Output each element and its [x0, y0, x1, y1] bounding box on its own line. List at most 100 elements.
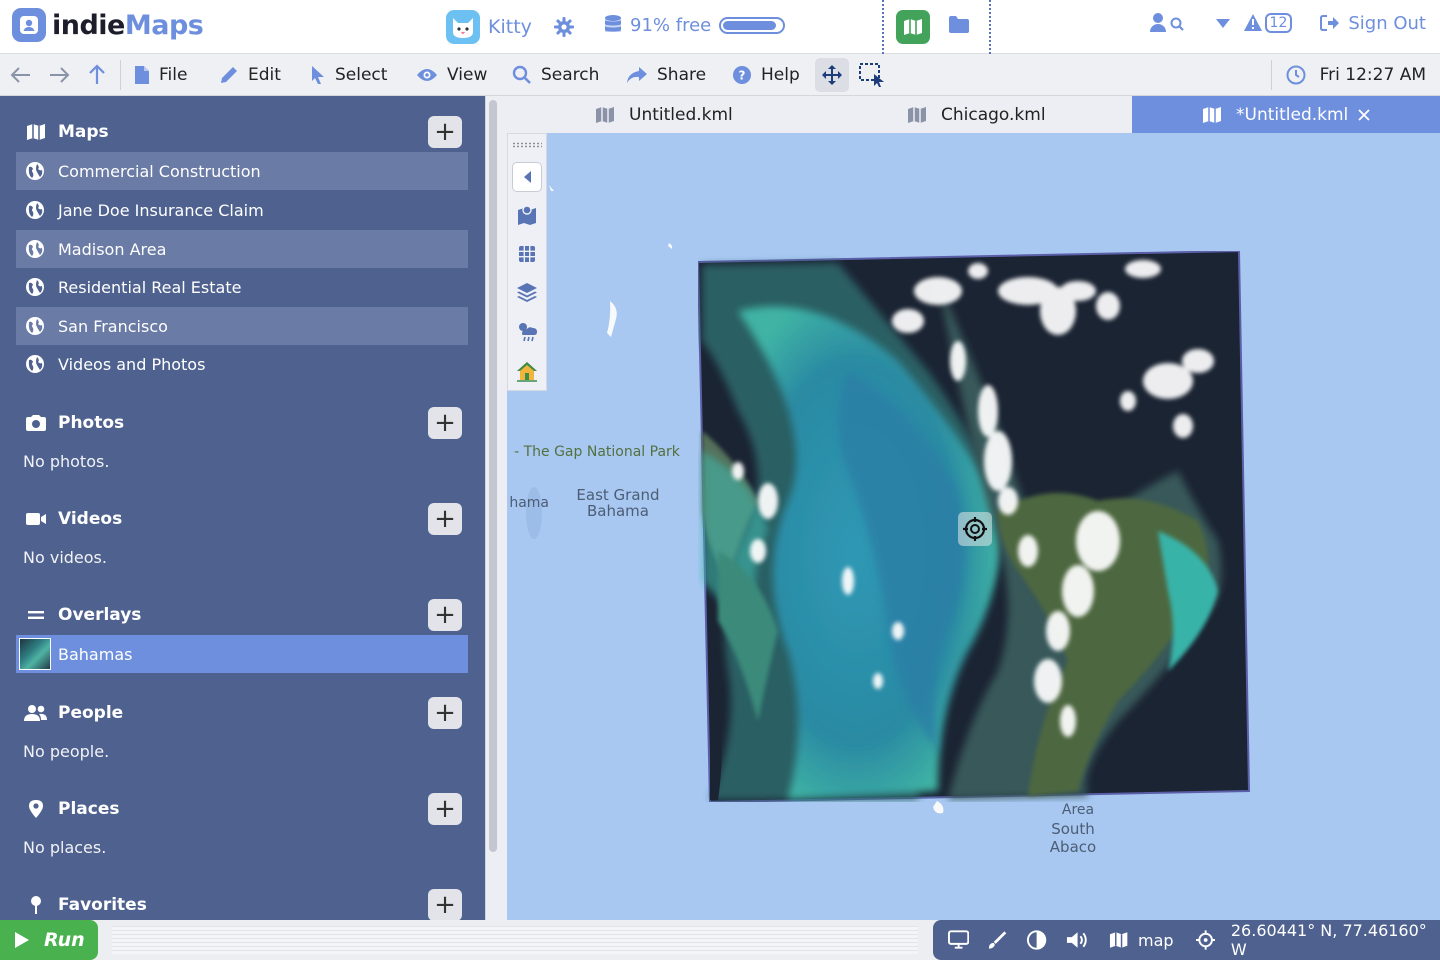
clock: Fri 12:27 AM	[1286, 54, 1426, 96]
add-favorite-button[interactable]: +	[428, 889, 462, 920]
globe-icon	[25, 316, 45, 340]
collapse-palette-button[interactable]	[512, 162, 542, 192]
videos-section-title: Videos	[58, 509, 123, 529]
map-list-item[interactable]: Videos and Photos	[16, 345, 468, 383]
map-icon	[1203, 106, 1221, 123]
bahamas-satellite-overlay[interactable]	[696, 249, 1251, 804]
map-list-item-label: Commercial Construction	[58, 161, 261, 181]
divider	[882, 0, 884, 54]
move-arrows-icon	[822, 65, 842, 85]
map-list-item[interactable]: Jane Doe Insurance Claim	[16, 191, 468, 229]
divider	[989, 0, 991, 54]
sidebar-scrollbar-thumb[interactable]	[489, 100, 497, 852]
help-icon: ?	[733, 66, 751, 84]
status-controls: map 26.60441° N, 77.46160° W	[933, 920, 1440, 960]
marquee-select-icon	[859, 63, 884, 87]
map-label-east-grand-2: Bahama	[587, 502, 649, 520]
add-person-button[interactable]: +	[428, 697, 462, 729]
map-icon[interactable]	[1109, 931, 1128, 949]
map-pin-tool-button[interactable]	[512, 200, 542, 230]
tab-chicago[interactable]: Chicago.kml	[907, 96, 1046, 133]
maps-section-title: Maps	[58, 122, 109, 142]
sidebar: Maps + Commercial Construction Jane Doe …	[0, 96, 485, 920]
globe-icon	[25, 161, 45, 185]
map-list-item[interactable]: San Francisco	[16, 307, 468, 345]
map-icon	[24, 123, 48, 141]
people-icon	[24, 704, 48, 722]
tab-untitled[interactable]: Untitled.kml	[595, 96, 733, 133]
up-button[interactable]	[88, 54, 106, 96]
forward-button[interactable]	[48, 54, 70, 96]
select-menu[interactable]: Select	[310, 54, 387, 96]
places-section-title: Places	[58, 799, 120, 819]
add-place-button[interactable]: +	[428, 793, 462, 825]
storage-text: 91% free	[630, 14, 712, 36]
share-icon	[627, 67, 647, 83]
crosshair-icon[interactable]	[1195, 930, 1215, 950]
coordinates-readout: 26.60441° N, 77.46160° W	[1230, 921, 1427, 959]
share-menu-label: Share	[657, 65, 707, 85]
add-map-button[interactable]: +	[428, 116, 462, 148]
video-camera-icon	[24, 511, 48, 527]
search-menu-label: Search	[541, 65, 600, 85]
add-photo-button[interactable]: +	[428, 407, 462, 439]
edit-menu-label: Edit	[248, 65, 281, 85]
mode-label: map	[1138, 930, 1174, 950]
pushpin-icon	[24, 895, 48, 915]
back-button[interactable]	[10, 54, 32, 96]
settings-gear-icon[interactable]	[552, 15, 576, 43]
share-menu[interactable]: Share	[626, 54, 706, 96]
layers-tool-button[interactable]	[512, 277, 542, 307]
equals-icon	[24, 609, 48, 621]
map-list-item[interactable]: Madison Area	[16, 230, 468, 268]
paintbrush-icon[interactable]	[987, 930, 1008, 950]
notifications[interactable]: 12	[1215, 13, 1293, 33]
edit-menu[interactable]: Edit	[219, 54, 281, 96]
photos-section-title: Photos	[58, 413, 125, 433]
app-logo[interactable]: indieMaps	[12, 8, 204, 42]
palette-drag-handle[interactable]	[512, 142, 542, 148]
real-estate-tool-button[interactable]	[512, 356, 542, 386]
sign-out-label: Sign Out	[1348, 12, 1426, 34]
arrow-up-icon	[89, 64, 105, 84]
map-list-item[interactable]: Commercial Construction	[16, 152, 468, 190]
search-menu[interactable]: Search	[512, 54, 599, 96]
add-overlay-button[interactable]: +	[428, 599, 462, 631]
house-icon	[517, 362, 537, 382]
photos-section-header: Photos +	[0, 403, 485, 443]
tab-label: Untitled.kml	[629, 104, 733, 125]
videos-section-header: Videos +	[0, 499, 485, 539]
eye-icon	[417, 69, 437, 81]
overlay-list-item[interactable]: Bahamas	[16, 635, 468, 673]
view-menu[interactable]: View	[416, 54, 487, 96]
weather-tool-button[interactable]	[512, 316, 542, 346]
places-section-header: Places +	[0, 789, 485, 829]
folder-icon[interactable]	[948, 15, 970, 39]
arrow-right-icon	[50, 67, 70, 83]
username: Kitty	[488, 16, 532, 38]
overlay-thumbnail	[19, 638, 51, 670]
map-label-south-abaco-1: South	[1051, 820, 1095, 838]
map-mode-icon[interactable]	[896, 10, 930, 44]
pan-tool-button[interactable]	[815, 58, 849, 92]
run-button[interactable]: Run	[0, 920, 98, 960]
grid-tool-button[interactable]	[512, 239, 542, 269]
volume-icon[interactable]	[1066, 930, 1091, 950]
monitor-icon[interactable]	[948, 930, 970, 950]
user-menu[interactable]: Kitty	[446, 10, 532, 44]
storage-indicator[interactable]: 91% free	[604, 14, 786, 36]
file-menu[interactable]: File	[134, 54, 187, 96]
help-menu[interactable]: ? Help	[732, 54, 800, 96]
console-output[interactable]	[112, 926, 918, 954]
contrast-icon[interactable]	[1026, 929, 1047, 951]
add-video-button[interactable]: +	[428, 503, 462, 535]
alert-icon	[1243, 14, 1262, 31]
tab-untitled-modified[interactable]: *Untitled.kml	[1132, 96, 1440, 133]
map-list-item[interactable]: Residential Real Estate	[16, 268, 468, 306]
sign-out-button[interactable]: Sign Out	[1320, 13, 1426, 34]
clock-icon	[1286, 65, 1306, 85]
close-icon[interactable]	[1358, 108, 1370, 121]
overlay-center-target-icon[interactable]	[958, 512, 992, 546]
marquee-select-button[interactable]	[858, 54, 886, 96]
user-search-icon[interactable]	[1149, 12, 1187, 34]
